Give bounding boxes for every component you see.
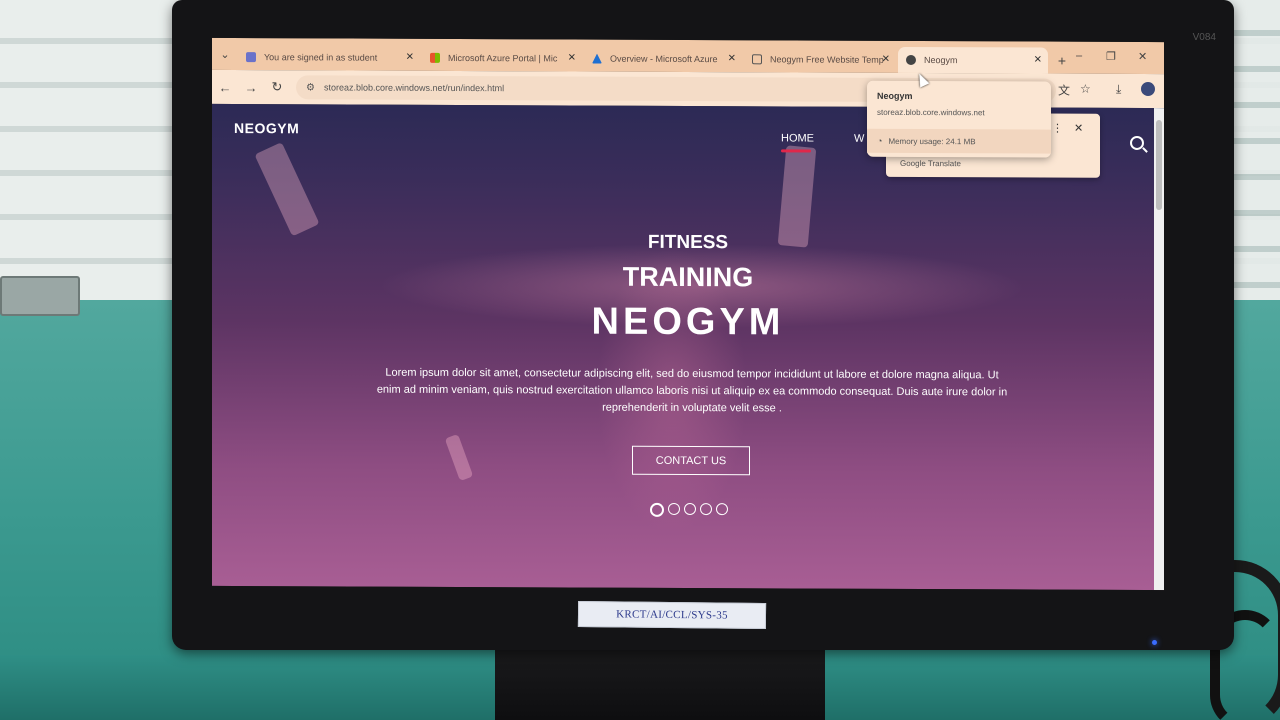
hero-background — [254, 142, 320, 237]
tab-title: Microsoft Azure Portal | Mic — [448, 52, 558, 64]
hero-line-2: TRAINING — [622, 261, 754, 293]
contact-us-button[interactable]: CONTACT US — [632, 445, 750, 476]
nav-home[interactable]: HOME — [781, 132, 814, 144]
scroll-thumb[interactable] — [1156, 120, 1162, 211]
azure-icon — [592, 54, 602, 64]
tab-title: Neogym Free Website Temp — [770, 54, 884, 65]
back-icon[interactable]: ← — [212, 79, 238, 94]
close-icon[interactable]: ✕ — [406, 52, 414, 63]
download-icon[interactable]: ⤓ — [1116, 82, 1121, 97]
s-icon — [246, 52, 256, 63]
tab-title: Neogym — [924, 55, 958, 66]
tab-hover-card: Neogym storeaz.blob.core.windows.net ◔ M… — [867, 80, 1051, 158]
slider-dot[interactable] — [700, 503, 712, 516]
minimize-icon[interactable]: – — [1076, 50, 1082, 62]
hero-paragraph: Lorem ipsum dolor sit amet, consectetur … — [376, 366, 1008, 415]
translate-label: Google Translate — [900, 158, 961, 169]
close-window-icon[interactable]: ✕ — [1138, 50, 1147, 63]
nav-active-indicator — [781, 149, 811, 153]
screen: ⌄ You are signed in as student ✕ Microso… — [212, 37, 1164, 591]
slider-dot[interactable] — [716, 503, 728, 516]
reload-icon[interactable]: ↻ — [264, 79, 290, 95]
profile-avatar[interactable] — [1141, 81, 1155, 97]
window-icon — [752, 54, 762, 65]
tab[interactable]: Overview - Microsoft Azure ✕ — [584, 46, 742, 73]
tab-search-button[interactable]: ⌄ — [212, 38, 238, 70]
tab[interactable]: Neogym Free Website Temp ✕ — [744, 46, 896, 73]
scrollbar[interactable] — [1154, 108, 1164, 591]
monitor-brand: V084 — [1192, 32, 1216, 43]
url-text: storeaz.blob.core.windows.net/run/index.… — [324, 82, 505, 94]
globe-icon — [906, 54, 916, 65]
close-icon[interactable]: ✕ — [568, 52, 576, 63]
maximize-icon[interactable]: ❐ — [1106, 50, 1116, 63]
hover-card-url: storeaz.blob.core.windows.net — [877, 107, 985, 118]
wall-bracket — [0, 276, 80, 316]
tab[interactable]: Microsoft Azure Portal | Mic ✕ — [422, 45, 582, 72]
close-icon[interactable]: ✕ — [1074, 122, 1083, 135]
tab-bar: ⌄ You are signed in as student ✕ Microso… — [212, 37, 1164, 75]
star-icon[interactable]: ☆ — [1080, 82, 1091, 96]
memory-usage-row: ◔ Memory usage: 24.1 MB — [867, 128, 1051, 154]
slider-dots — [650, 502, 728, 517]
nav-item[interactable]: W — [854, 133, 864, 145]
more-options-icon[interactable]: ⋮ — [1052, 122, 1063, 135]
slider-dot[interactable] — [684, 502, 696, 516]
site-logo[interactable]: NEOGYM — [234, 120, 299, 136]
tab[interactable]: You are signed in as student ✕ — [238, 44, 420, 71]
ms-icon — [430, 52, 440, 63]
slider-dot-active[interactable] — [650, 502, 664, 517]
forward-icon[interactable]: → — [238, 80, 264, 95]
site-info-icon[interactable]: ⚙ — [306, 82, 318, 93]
tab-active[interactable]: Neogym ✕ — [898, 46, 1048, 74]
asset-label: KRCT/AI/CCL/SYS-35 — [577, 601, 767, 629]
new-tab-button[interactable]: + — [1050, 48, 1074, 74]
monitor-stand — [495, 645, 825, 720]
hover-card-title: Neogym — [877, 90, 913, 101]
hero-line-3: NEOGYM — [591, 300, 785, 344]
close-icon[interactable]: ✕ — [882, 54, 890, 65]
hero-background — [444, 433, 474, 482]
tab-title: Overview - Microsoft Azure — [610, 53, 718, 65]
close-icon[interactable]: ✕ — [728, 53, 736, 64]
memory-icon: ◔ — [877, 135, 883, 146]
translate-icon[interactable]: 文 — [1058, 82, 1070, 99]
power-led — [1152, 640, 1157, 645]
tab-title: You are signed in as student — [264, 52, 378, 63]
search-icon[interactable] — [1130, 135, 1144, 150]
slider-dot[interactable] — [668, 502, 680, 515]
memory-usage-text: Memory usage: 24.1 MB — [888, 136, 976, 146]
close-icon[interactable]: ✕ — [1034, 55, 1042, 66]
hero-line-1: FITNESS — [647, 231, 729, 254]
